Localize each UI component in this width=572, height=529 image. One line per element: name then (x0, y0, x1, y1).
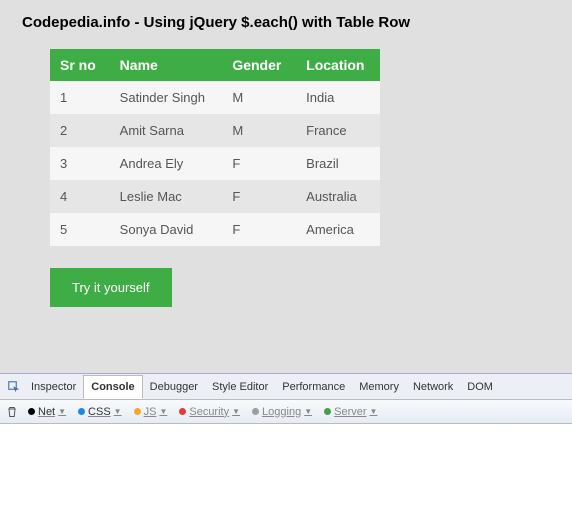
console-output[interactable] (0, 424, 572, 528)
filter-server[interactable]: Server▼ (320, 404, 381, 420)
dot-icon (179, 408, 186, 415)
dot-icon (28, 408, 35, 415)
element-picker-icon[interactable] (8, 381, 20, 393)
chevron-down-icon: ▼ (114, 407, 122, 416)
try-it-yourself-button[interactable]: Try it yourself (50, 268, 172, 307)
chevron-down-icon: ▼ (159, 407, 167, 416)
filter-net[interactable]: Net▼ (24, 404, 70, 420)
filter-logging[interactable]: Logging▼ (248, 404, 316, 420)
page-title: Codepedia.info - Using jQuery $.each() w… (22, 14, 550, 31)
page-content: Codepedia.info - Using jQuery $.each() w… (0, 0, 572, 373)
dot-icon (134, 408, 141, 415)
table-header-row: Sr no Name Gender Location (50, 49, 380, 81)
console-filters: Net▼ CSS▼ JS▼ Security▼ Logging▼ Server▼ (0, 400, 572, 424)
tab-performance[interactable]: Performance (275, 376, 352, 398)
dot-icon (78, 408, 85, 415)
devtools-tabs: Inspector Console Debugger Style Editor … (0, 374, 572, 400)
dot-icon (324, 408, 331, 415)
tab-inspector[interactable]: Inspector (24, 376, 83, 398)
clear-console-icon[interactable] (6, 406, 18, 418)
devtools-panel: Inspector Console Debugger Style Editor … (0, 373, 572, 528)
table-row: 5Sonya DavidFAmerica (50, 213, 380, 246)
col-gender: Gender (222, 49, 296, 81)
table-row: 3Andrea ElyFBrazil (50, 147, 380, 180)
chevron-down-icon: ▼ (58, 407, 66, 416)
data-table: Sr no Name Gender Location 1Satinder Sin… (50, 49, 380, 246)
table-row: 2Amit SarnaMFrance (50, 114, 380, 147)
filter-js[interactable]: JS▼ (130, 404, 172, 420)
tab-memory[interactable]: Memory (352, 376, 406, 398)
chevron-down-icon: ▼ (232, 407, 240, 416)
col-location: Location (296, 49, 380, 81)
col-name: Name (110, 49, 223, 81)
filter-security[interactable]: Security▼ (175, 404, 244, 420)
tab-style-editor[interactable]: Style Editor (205, 376, 275, 398)
tab-network[interactable]: Network (406, 376, 460, 398)
tab-console[interactable]: Console (83, 375, 142, 399)
table-row: 4Leslie MacFAustralia (50, 180, 380, 213)
dot-icon (252, 408, 259, 415)
chevron-down-icon: ▼ (304, 407, 312, 416)
tab-dom[interactable]: DOM (460, 376, 500, 398)
chevron-down-icon: ▼ (370, 407, 378, 416)
tab-debugger[interactable]: Debugger (143, 376, 205, 398)
table-row: 1Satinder SinghMIndia (50, 81, 380, 114)
filter-css[interactable]: CSS▼ (74, 404, 126, 420)
col-srno: Sr no (50, 49, 110, 81)
